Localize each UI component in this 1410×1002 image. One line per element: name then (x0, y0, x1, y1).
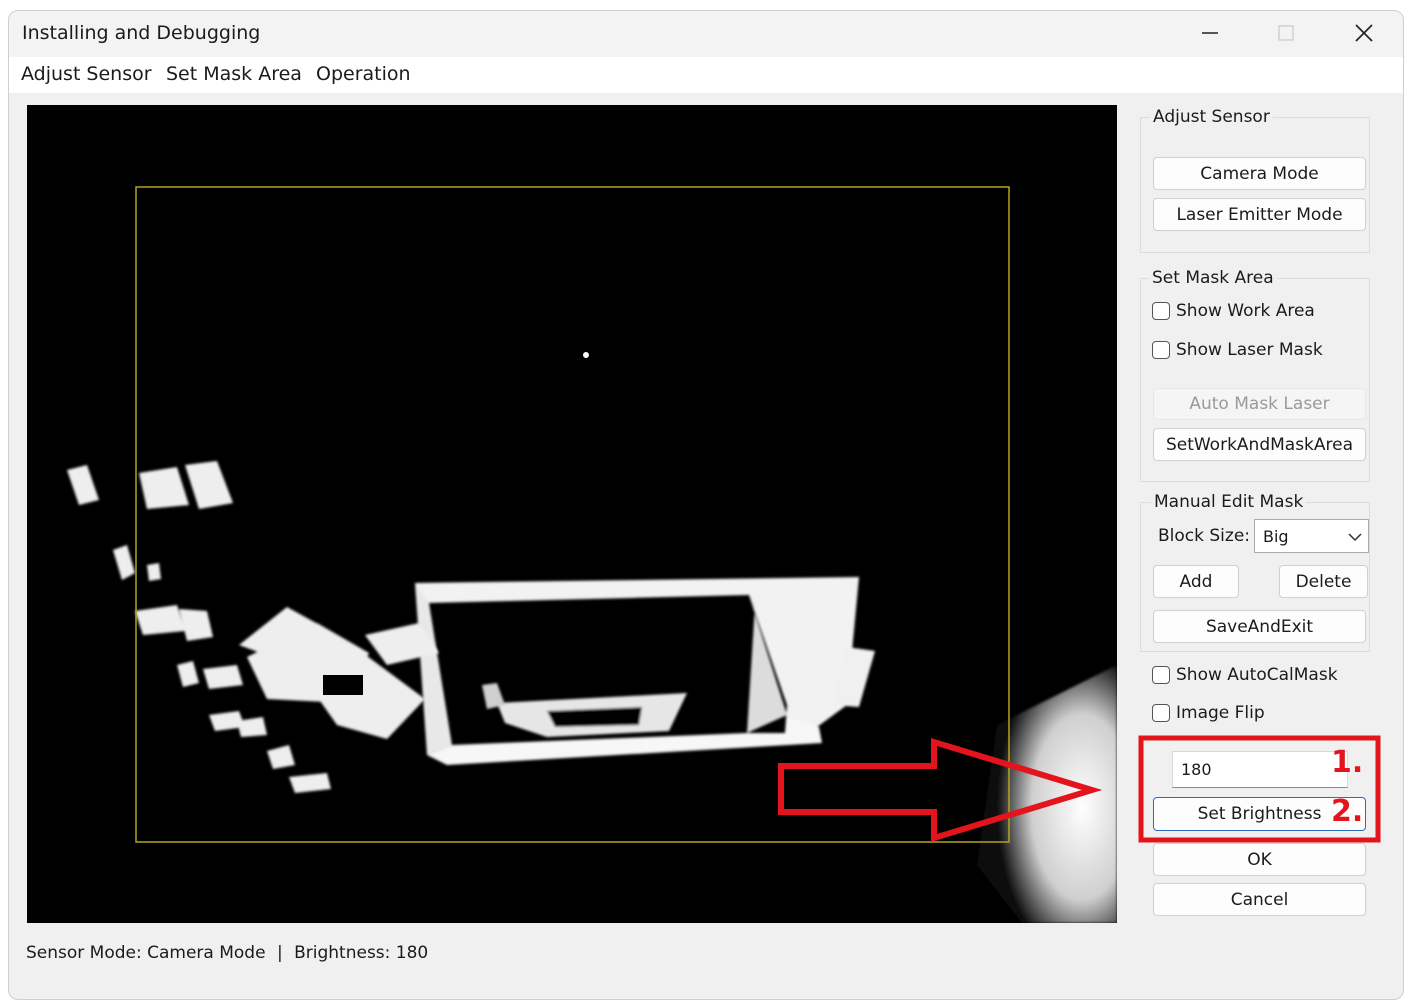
block-size-label: Block Size: (1158, 526, 1251, 546)
image-flip-label: Image Flip (1176, 703, 1265, 723)
checkbox-box[interactable] (1152, 666, 1170, 684)
checkbox-box[interactable] (1152, 341, 1170, 359)
laser-emitter-mode-button[interactable]: Laser Emitter Mode (1153, 198, 1366, 231)
auto-mask-laser-button[interactable]: Auto Mask Laser (1153, 388, 1366, 420)
show-autocalmask-checkbox[interactable]: Show AutoCalMask (1152, 665, 1338, 685)
sensor-mode-status: Sensor Mode: Camera Mode (26, 943, 266, 963)
camera-image (27, 105, 1117, 923)
block-size-value: Big (1263, 526, 1289, 546)
image-flip-checkbox[interactable]: Image Flip (1152, 703, 1265, 723)
show-laser-mask-label: Show Laser Mask (1176, 340, 1323, 360)
delete-button[interactable]: Delete (1279, 565, 1368, 598)
ok-button[interactable]: OK (1153, 843, 1366, 876)
step-2-label: 2. (1331, 794, 1364, 829)
block-size-select[interactable]: Big (1254, 519, 1369, 553)
minimize-button[interactable] (1175, 11, 1245, 55)
status-bar: Sensor Mode: Camera Mode | Brightness: 1… (26, 943, 428, 963)
brightness-status: Brightness: 180 (294, 943, 429, 963)
minimize-icon (1202, 32, 1218, 34)
close-button[interactable] (1329, 11, 1399, 55)
menu-operation[interactable]: Operation (316, 63, 411, 85)
manual-edit-mask-label: Manual Edit Mask (1151, 492, 1307, 512)
step-1-label: 1. (1331, 745, 1364, 780)
maximize-icon (1278, 25, 1294, 41)
brightness-value: 180 (1181, 760, 1212, 779)
window-title: Installing and Debugging (22, 22, 261, 44)
status-separator: | (276, 943, 283, 963)
title-bar: Installing and Debugging (9, 11, 1403, 57)
chevron-down-icon (1348, 533, 1362, 542)
checkbox-box[interactable] (1152, 302, 1170, 320)
save-and-exit-button[interactable]: SaveAndExit (1153, 610, 1366, 643)
set-work-and-mask-area-button[interactable]: SetWorkAndMaskArea (1153, 428, 1366, 461)
camera-mode-button[interactable]: Camera Mode (1153, 157, 1366, 190)
show-work-area-label: Show Work Area (1176, 301, 1315, 321)
show-work-area-checkbox[interactable]: Show Work Area (1152, 301, 1315, 321)
show-autocalmask-label: Show AutoCalMask (1176, 665, 1338, 685)
camera-view[interactable] (27, 105, 1117, 923)
installing-debugging-window: Installing and Debugging Adjust Sensor S… (8, 10, 1404, 1000)
checkbox-box[interactable] (1152, 704, 1170, 722)
brightness-input[interactable]: 180 (1172, 751, 1348, 788)
show-laser-mask-checkbox[interactable]: Show Laser Mask (1152, 340, 1323, 360)
maximize-button[interactable] (1251, 11, 1321, 55)
cancel-button[interactable]: Cancel (1153, 883, 1366, 916)
menu-adjust-sensor[interactable]: Adjust Sensor (21, 63, 152, 85)
light-dot (583, 352, 589, 358)
menu-bar: Adjust Sensor Set Mask Area Operation (9, 57, 1403, 93)
menu-set-mask-area[interactable]: Set Mask Area (166, 63, 302, 85)
set-mask-area-label: Set Mask Area (1149, 268, 1277, 288)
close-icon (1355, 24, 1373, 42)
adjust-sensor-label: Adjust Sensor (1150, 107, 1273, 127)
add-button[interactable]: Add (1153, 565, 1239, 598)
